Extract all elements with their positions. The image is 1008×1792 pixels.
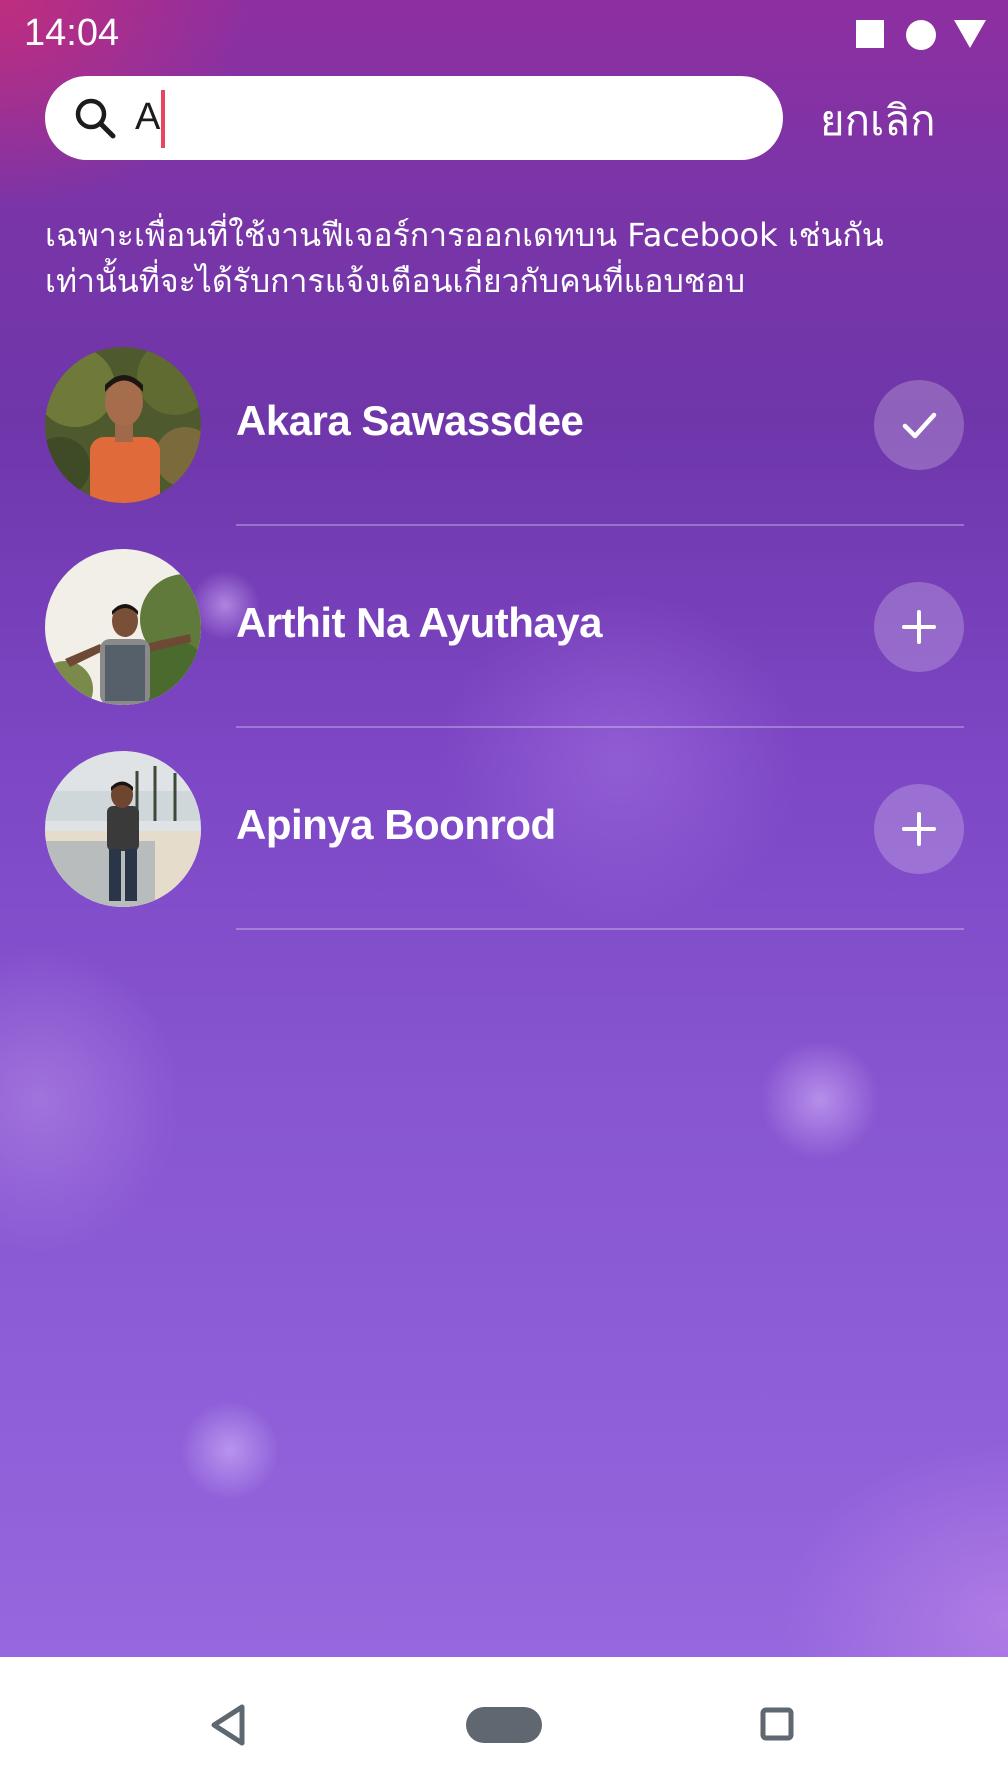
info-text: เฉพาะเพื่อนที่ใช้งานฟีเจอร์การออกเดทบน F… (45, 216, 884, 300)
recents-icon (760, 1707, 794, 1741)
text-caret (161, 90, 165, 148)
search-icon (75, 98, 116, 139)
back-icon (211, 1704, 245, 1746)
recents-button[interactable] (760, 1707, 794, 1744)
back-button[interactable] (208, 1703, 248, 1750)
friend-name: Apinya Boonrod (236, 801, 556, 848)
home-button[interactable] (466, 1707, 542, 1746)
cancel-button[interactable]: ยกเลิก (820, 88, 936, 154)
selected-button[interactable] (874, 380, 964, 470)
notification-square-icon (856, 20, 884, 48)
avatar[interactable] (45, 549, 201, 705)
add-button[interactable] (874, 582, 964, 672)
friend-name: Arthit Na Ayuthaya (236, 599, 602, 646)
screen: 14:04 A ยกเลิก เฉพาะเพื่อนที่ใช้งานฟีเจอ… (0, 0, 1008, 1792)
bokeh-light (180, 1400, 280, 1500)
status-bar: 14:04 (0, 0, 1008, 70)
notification-circle-icon (906, 20, 936, 50)
search-box[interactable]: A (45, 76, 783, 160)
search-input[interactable]: A (135, 96, 160, 139)
divider (236, 524, 964, 526)
list-item[interactable]: Akara Sawassdee (0, 347, 1008, 547)
avatar[interactable] (45, 751, 201, 907)
home-icon (466, 1707, 542, 1743)
divider (236, 726, 964, 728)
navigation-bar (0, 1657, 1008, 1792)
plus-icon (902, 812, 936, 846)
list-item[interactable]: Apinya Boonrod (0, 751, 1008, 951)
add-button[interactable] (874, 784, 964, 874)
friend-name: Akara Sawassdee (236, 397, 584, 444)
list-item[interactable]: Arthit Na Ayuthaya (0, 549, 1008, 749)
divider (236, 928, 964, 930)
check-icon (902, 412, 937, 439)
bokeh-light (760, 1040, 880, 1160)
signal-icon (954, 20, 986, 48)
avatar[interactable] (45, 347, 201, 503)
plus-icon (902, 610, 936, 644)
status-time: 14:04 (24, 12, 120, 54)
